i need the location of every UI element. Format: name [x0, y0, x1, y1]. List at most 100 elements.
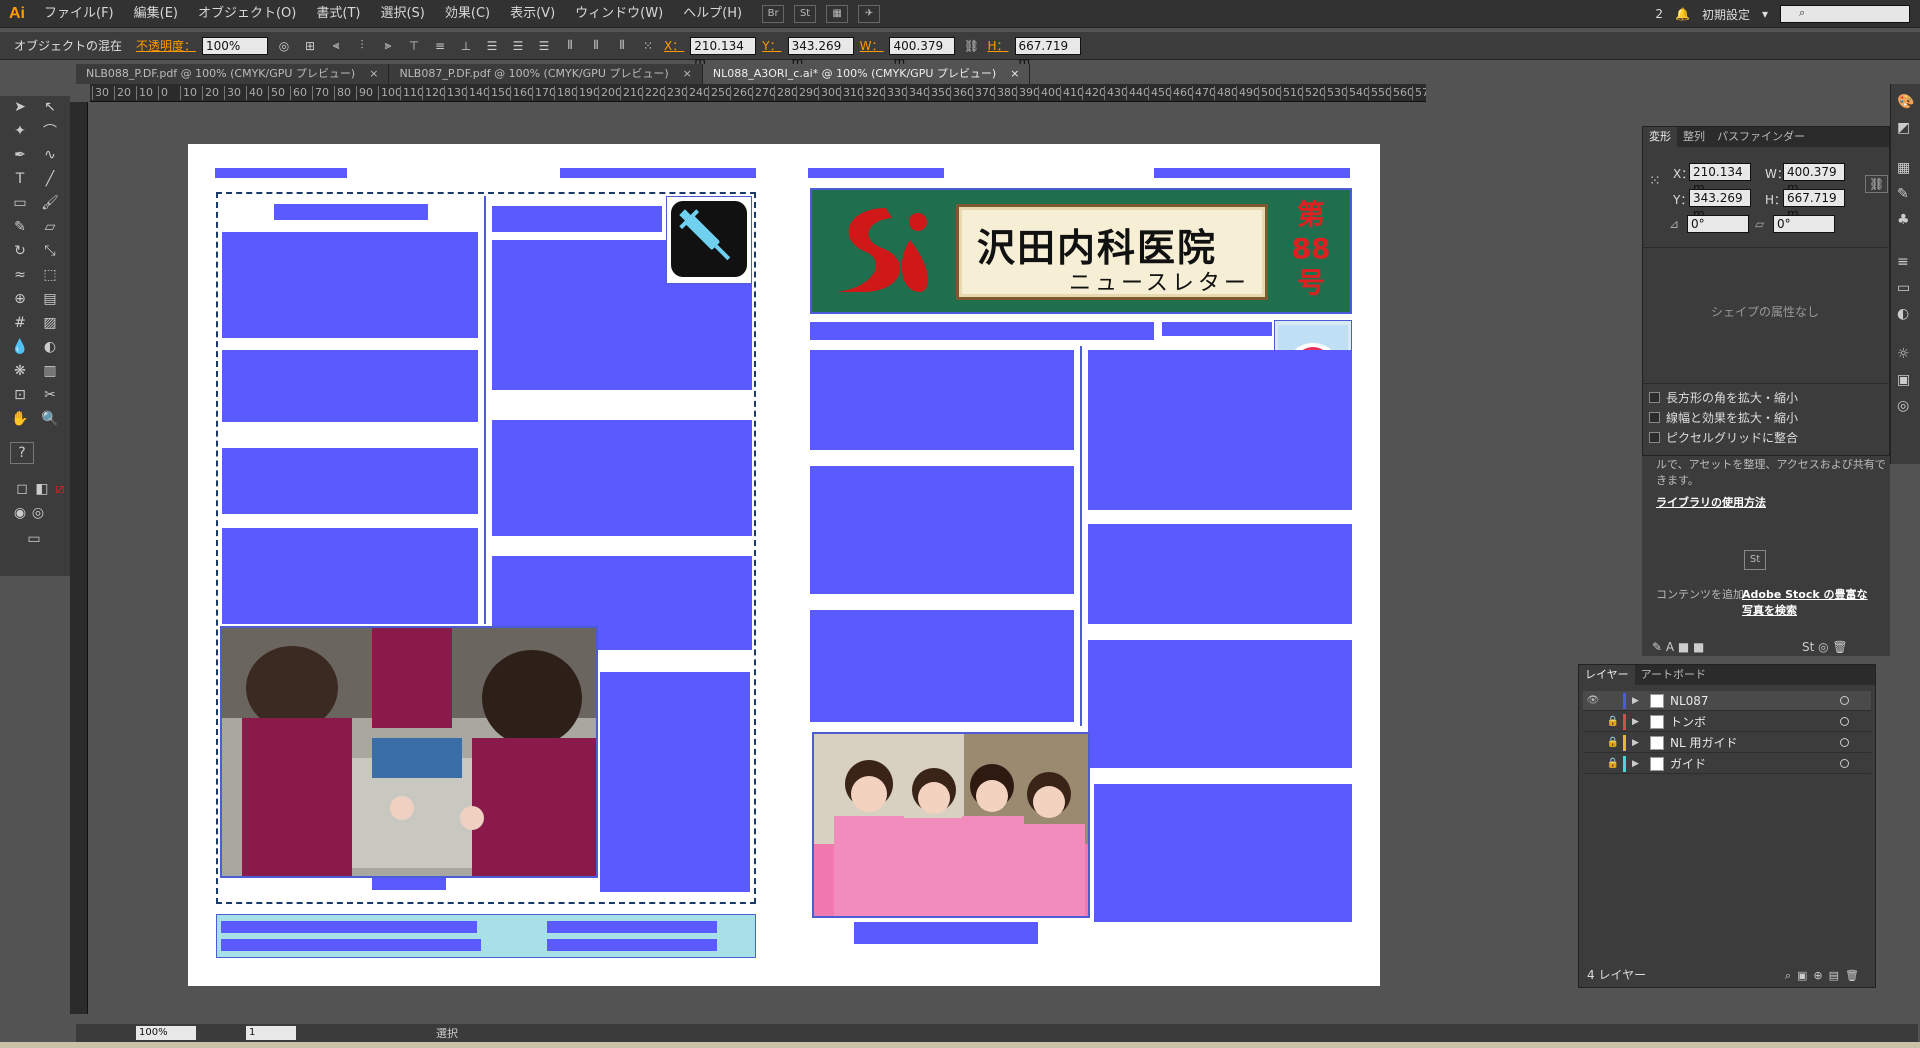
align-left-icon[interactable]: ⫷ [326, 37, 346, 55]
arrange-documents-icon[interactable]: ▦ [826, 4, 849, 23]
pencil-tool-icon[interactable]: ✎ [8, 216, 32, 238]
zoom-field[interactable]: 100% [136, 1026, 196, 1040]
rectangle-tool-icon[interactable]: ▭ [8, 192, 32, 214]
library-sync-icons[interactable]: St ◎ 🗑 [1802, 640, 1848, 654]
artboard-number-field[interactable]: 1 [246, 1026, 296, 1040]
distribute-middle-icon[interactable]: ☰ [508, 37, 528, 55]
perspective-grid-tool-icon[interactable]: ▤ [38, 288, 62, 310]
panel-tab[interactable]: パスファインダー [1711, 127, 1811, 147]
library-help-link[interactable]: ライブラリの使用方法 [1656, 494, 1766, 510]
align-middle-icon[interactable]: ≡ [430, 37, 450, 55]
align-to-icon[interactable]: ⊞ [300, 37, 320, 55]
opacity-field[interactable]: 100% [202, 36, 269, 55]
gradient-tool-icon[interactable]: ▨ [38, 312, 62, 334]
draw-behind-icon[interactable]: ◎ [26, 502, 50, 524]
distribute-top-icon[interactable]: ☰ [482, 37, 502, 55]
panel-h-field[interactable]: 667.719 m [1783, 189, 1845, 221]
bridge-icon[interactable]: Br [762, 4, 785, 23]
distribute-left-icon[interactable]: ⦀ [560, 37, 580, 55]
target-circle-icon[interactable] [1840, 738, 1849, 747]
target-circle-icon[interactable] [1840, 759, 1849, 768]
graph-tool-icon[interactable]: ▥ [38, 360, 62, 382]
panel-w-field[interactable]: 400.379 m [1783, 163, 1845, 195]
gpu-icon[interactable]: ✈ [858, 4, 881, 23]
gradient-panel-icon[interactable]: ▭ [1897, 280, 1910, 296]
workspace-switcher[interactable]: 初期設定 [1702, 6, 1750, 23]
symbols-icon[interactable]: ♣ [1897, 212, 1910, 228]
distribute-bottom-icon[interactable]: ☰ [534, 37, 554, 55]
newsletter-masthead[interactable]: 沢田内科医院 ニュースレター 第 88 号 [810, 188, 1352, 314]
y-link[interactable]: Y： [762, 37, 781, 54]
h-field[interactable]: 667.719 m [1014, 36, 1081, 69]
blend-tool-icon[interactable]: ◐ [38, 336, 62, 358]
library-toolbar-icons[interactable]: ✎ A ■ ■ [1652, 640, 1704, 654]
menu-item[interactable]: 効果(C) [435, 0, 500, 28]
menu-item[interactable]: オブジェクト(O) [188, 0, 306, 28]
layer-name[interactable]: ガイド [1670, 755, 1706, 772]
help-search-input[interactable]: ⌕ [1780, 5, 1910, 23]
lock-icon[interactable]: 🔒 [1603, 737, 1623, 748]
notification-count[interactable]: 2 [1655, 7, 1663, 21]
lasso-tool-icon[interactable]: ⌒ [38, 120, 62, 142]
rotate-angle-field[interactable]: 0° [1687, 215, 1749, 233]
hand-tool-icon[interactable]: ✋ [8, 408, 32, 430]
align-right-icon[interactable]: ⫸ [378, 37, 398, 55]
syringe-image-frame[interactable] [666, 196, 752, 284]
screen-mode-icon[interactable]: ▭ [22, 528, 46, 550]
pen-tool-icon[interactable]: ✒ [8, 144, 32, 166]
warp-tool-icon[interactable]: ≈ [8, 264, 32, 286]
align-bottom-icon[interactable]: ⊥ [456, 37, 476, 55]
x-field[interactable]: 210.134 m [690, 36, 757, 69]
slice-tool-icon[interactable]: ✂ [38, 384, 62, 406]
free-transform-tool-icon[interactable]: ⬚ [38, 264, 62, 286]
brushes-icon[interactable]: ✎ [1897, 186, 1909, 202]
panel-y-field[interactable]: 343.269 m [1689, 189, 1751, 221]
close-icon[interactable]: × [683, 64, 692, 84]
eyedropper-tool-icon[interactable]: 💧 [8, 336, 32, 358]
rotate-tool-icon[interactable]: ↻ [8, 240, 32, 262]
magic-wand-tool-icon[interactable]: ✦ [8, 120, 32, 142]
scale-corners-checkbox[interactable]: 長方形の角を拡大・縮小 [1649, 389, 1798, 406]
artboard-tool-icon[interactable]: ⊡ [8, 384, 32, 406]
close-icon[interactable]: × [369, 64, 378, 84]
color-guide-icon[interactable]: ◩ [1897, 120, 1910, 136]
menu-item[interactable]: 書式(T) [306, 0, 370, 28]
type-tool-icon[interactable]: T [8, 168, 32, 190]
mesh-tool-icon[interactable]: # [8, 312, 32, 334]
layer-name[interactable]: NL 用ガイド [1670, 734, 1737, 751]
y-field[interactable]: 343.269 m [787, 36, 854, 69]
line-tool-icon[interactable]: ╱ [38, 168, 62, 190]
paintbrush-tool-icon[interactable]: 🖌 [38, 192, 62, 214]
recolor-icon[interactable]: ◎ [274, 37, 294, 55]
align-top-icon[interactable]: ⊤ [404, 37, 424, 55]
reference-point-icon[interactable]: ⁙ [1649, 173, 1661, 189]
target-circle-icon[interactable] [1840, 717, 1849, 726]
reference-point-icon[interactable]: ⁙ [638, 37, 658, 55]
stock-icon[interactable]: St [794, 4, 817, 23]
lock-icon[interactable]: 🔒 [1603, 758, 1623, 769]
layers-footer-icons[interactable]: ⌕▣⊕▤🗑 [1785, 969, 1865, 983]
distribute-right-icon[interactable]: ⦀ [612, 37, 632, 55]
menu-item[interactable]: 表示(V) [500, 0, 565, 28]
menu-item[interactable]: ウィンドウ(W) [565, 0, 673, 28]
expand-triangle-icon[interactable]: ▶ [1632, 738, 1644, 748]
layer-row[interactable]: 🔒 ▶ NL 用ガイド [1583, 733, 1871, 753]
expand-triangle-icon[interactable]: ▶ [1632, 717, 1644, 727]
w-field[interactable]: 400.379 m [889, 36, 956, 69]
appearance-icon[interactable]: ☼ [1897, 346, 1910, 362]
shear-angle-field[interactable]: 0° [1773, 215, 1835, 233]
document-tab[interactable]: NL088_A3ORI_c.ai* @ 100% (CMYK/GPU プレビュー… [702, 64, 1031, 84]
layer-name[interactable]: トンボ [1670, 713, 1706, 730]
color-panel-icon[interactable]: 🎨 [1897, 94, 1914, 110]
curvature-tool-icon[interactable]: ∿ [38, 144, 62, 166]
layer-row[interactable]: 🔒 ▶ トンボ [1583, 712, 1871, 732]
none-swatch-icon[interactable]: ⧄ [48, 478, 72, 500]
w-link[interactable]: W： [860, 37, 884, 54]
panel-tab[interactable]: 変形 [1643, 127, 1677, 147]
transparency-icon[interactable]: ◐ [1897, 306, 1909, 322]
close-icon[interactable]: × [1010, 64, 1019, 84]
eraser-tool-icon[interactable]: ▱ [38, 216, 62, 238]
graphic-styles-icon[interactable]: ▣ [1897, 372, 1910, 388]
bell-icon[interactable]: 🔔 [1675, 7, 1690, 21]
x-link[interactable]: X： [664, 37, 684, 54]
